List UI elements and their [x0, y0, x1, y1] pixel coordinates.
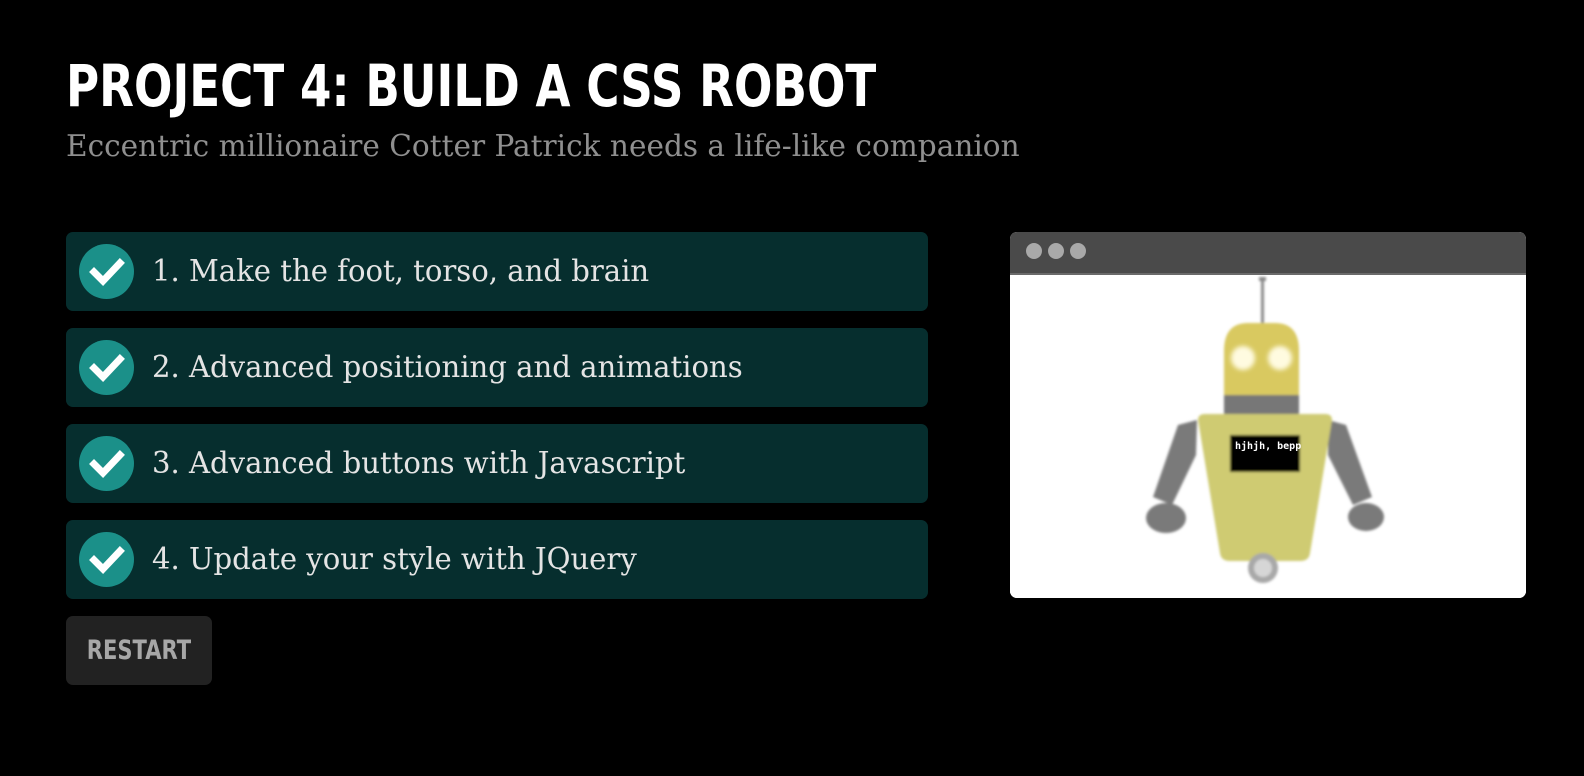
robot-left-arm	[1153, 420, 1197, 505]
robot-illustration	[1146, 277, 1384, 583]
step-item-3[interactable]: 3. Advanced buttons with Javascript	[66, 424, 928, 503]
browser-viewport: hjhjh, bepp	[1010, 275, 1526, 598]
robot-right-eye	[1268, 346, 1292, 370]
step-label: 4. Update your style with JQuery	[152, 542, 637, 577]
robot-screen-text: hjhjh, bepp	[1235, 441, 1302, 452]
robot-right-arm	[1328, 420, 1372, 505]
page: PROJECT 4: BUILD A CSS ROBOT Eccentric m…	[0, 0, 1584, 776]
browser-preview: hjhjh, bepp	[1010, 232, 1526, 598]
check-icon	[79, 436, 134, 491]
robot-antenna	[1261, 279, 1264, 325]
robot-left-hand	[1146, 503, 1186, 533]
step-label: 1. Make the foot, torso, and brain	[152, 254, 650, 289]
page-title: PROJECT 4: BUILD A CSS ROBOT	[66, 52, 877, 120]
step-label: 3. Advanced buttons with Javascript	[152, 446, 686, 481]
browser-title-bar	[1010, 232, 1526, 275]
page-subtitle: Eccentric millionaire Cotter Patrick nee…	[66, 129, 1020, 164]
restart-button[interactable]: RESTART	[66, 616, 212, 685]
check-icon	[79, 340, 134, 395]
step-item-2[interactable]: 2. Advanced positioning and animations	[66, 328, 928, 407]
robot-neck	[1224, 395, 1299, 416]
check-icon	[79, 532, 134, 587]
step-label: 2. Advanced positioning and animations	[152, 350, 743, 385]
robot-left-eye	[1231, 346, 1255, 370]
step-item-4[interactable]: 4. Update your style with JQuery	[66, 520, 928, 599]
window-dot-icon	[1026, 243, 1042, 259]
window-dot-icon	[1070, 243, 1086, 259]
check-icon	[79, 244, 134, 299]
step-item-1[interactable]: 1. Make the foot, torso, and brain	[66, 232, 928, 311]
restart-button-label: RESTART	[86, 635, 192, 666]
window-dot-icon	[1048, 243, 1064, 259]
step-list: 1. Make the foot, torso, and brain 2. Ad…	[66, 232, 928, 616]
robot-right-hand	[1348, 503, 1384, 531]
